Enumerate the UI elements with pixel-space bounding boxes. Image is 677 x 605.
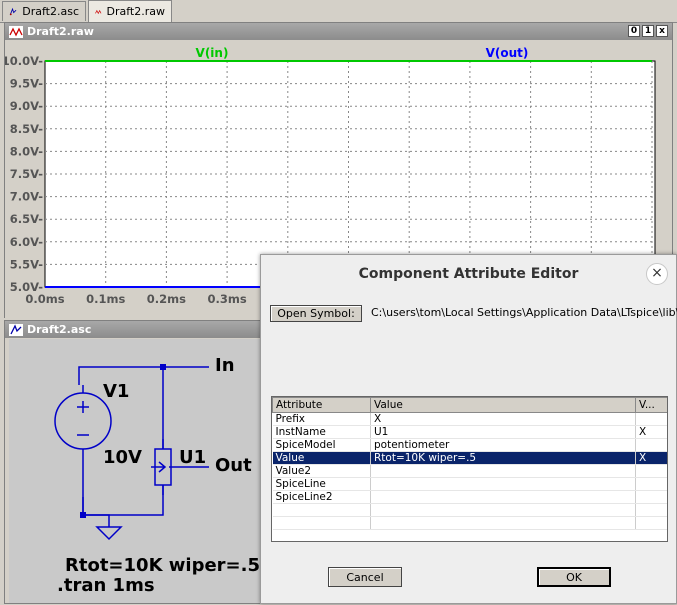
tab-draft2-raw[interactable]: Draft2.raw [88, 0, 172, 22]
table-row[interactable]: SpiceLine [272, 477, 667, 491]
attribute-table: Attribute Value V... Prefix X InstName U… [271, 396, 668, 542]
schematic-icon [9, 7, 17, 15]
potentiometer-u1[interactable] [151, 439, 172, 495]
attribute-value[interactable] [370, 477, 636, 491]
component-attribute-editor-dialog: Component Attribute Editor × Open Symbol… [260, 254, 677, 604]
schematic-icon [9, 323, 23, 336]
document-tab-bar: Draft2.asc Draft2.raw [0, 0, 677, 23]
wire-gnd-sym [83, 514, 110, 527]
maximize-button[interactable]: 1 [642, 25, 654, 37]
v1-value-label[interactable]: 10V [103, 447, 142, 468]
attribute-visible[interactable] [635, 438, 667, 452]
attribute-visible[interactable]: X [635, 425, 667, 439]
wire-in [78, 366, 164, 449]
y-tick-label: 9.0V- [10, 99, 43, 113]
y-tick-label: 10.0V- [5, 54, 43, 68]
attribute-name: Value2 [272, 464, 371, 478]
waveform-icon [95, 9, 102, 14]
y-tick-label: 6.0V- [10, 235, 43, 249]
attribute-value[interactable]: potentiometer [370, 438, 636, 452]
column-header-attribute[interactable]: Attribute [272, 397, 371, 413]
table-header-row: Attribute Value V... [272, 397, 667, 413]
attribute-visible[interactable] [635, 477, 667, 491]
tab-label: Draft2.asc [22, 5, 79, 18]
attribute-value[interactable] [370, 490, 636, 504]
waveform-window-titlebar: Draft2.raw 0 1 x [5, 23, 672, 40]
y-tick-label: 5.5V- [10, 257, 43, 271]
y-tick-label: 7.0V- [10, 190, 43, 204]
table-row[interactable]: Prefix X [272, 412, 667, 426]
series-legend-label: V(out) [486, 46, 529, 60]
attribute-value[interactable]: Rtot=10K wiper=.5 [370, 451, 636, 465]
attribute-value[interactable] [370, 464, 636, 478]
tab-label: Draft2.raw [106, 5, 165, 18]
window-title: Draft2.raw [27, 25, 94, 38]
cancel-button[interactable]: Cancel [328, 567, 402, 587]
table-row[interactable]: InstName U1 X [272, 425, 667, 439]
table-row-empty [272, 516, 667, 530]
x-tick-label: 0.1ms [86, 292, 125, 306]
attribute-name: SpiceModel [272, 438, 371, 452]
y-tick-label: 8.0V- [10, 144, 43, 158]
y-tick-label: 7.5V- [10, 167, 43, 181]
column-header-visible[interactable]: V... [635, 397, 667, 413]
u1-value-text[interactable]: Rtot=10K wiper=.5 [65, 555, 260, 576]
junction-dot [80, 512, 86, 518]
ground-icon [95, 526, 123, 541]
table-row[interactable]: SpiceModel potentiometer [272, 438, 667, 452]
attribute-visible[interactable] [635, 464, 667, 478]
series-legend-label: V(in) [196, 46, 229, 60]
x-tick-label: 0.2ms [147, 292, 186, 306]
attribute-name: InstName [272, 425, 371, 439]
x-tick-label: 0.0ms [25, 292, 64, 306]
attribute-name: Value [272, 451, 371, 465]
table-row[interactable]: Value2 [272, 464, 667, 478]
attribute-name: SpiceLine [272, 477, 371, 491]
y-tick-label: 6.5V- [10, 212, 43, 226]
attribute-value[interactable]: X [370, 412, 636, 426]
x-tick-label: 0.3ms [207, 292, 246, 306]
window-title: Draft2.asc [27, 323, 92, 336]
u1-name-label[interactable]: U1 [179, 447, 206, 468]
net-label-out[interactable]: Out [215, 455, 252, 476]
waveform-icon [9, 25, 23, 38]
close-button[interactable]: x [656, 25, 668, 37]
attribute-name: Prefix [272, 412, 371, 426]
y-tick-label: 8.5V- [10, 122, 43, 136]
junction-dot [160, 364, 166, 370]
attribute-name: SpiceLine2 [272, 490, 371, 504]
table-row[interactable]: SpiceLine2 [272, 490, 667, 504]
table-row-selected[interactable]: Value Rtot=10K wiper=.5 X [272, 451, 667, 465]
close-icon[interactable]: × [646, 263, 668, 285]
tab-draft2-asc[interactable]: Draft2.asc [2, 1, 86, 21]
y-tick-label: 9.5V- [10, 77, 43, 91]
ok-button[interactable]: OK [537, 567, 611, 587]
attribute-value[interactable]: U1 [370, 425, 636, 439]
attribute-visible[interactable] [635, 412, 667, 426]
attribute-visible[interactable] [635, 490, 667, 504]
attribute-visible[interactable]: X [635, 451, 667, 465]
column-header-value[interactable]: Value [370, 397, 636, 413]
table-row-empty [272, 503, 667, 517]
symbol-path: C:\users\tom\Local Settings\Application … [371, 306, 677, 319]
open-symbol-button[interactable]: Open Symbol: [270, 305, 362, 322]
restore-button[interactable]: 0 [628, 25, 640, 37]
dialog-title: Component Attribute Editor [358, 266, 579, 282]
net-label-in[interactable]: In [215, 355, 235, 376]
v1-name-label[interactable]: V1 [103, 381, 129, 402]
spice-directive[interactable]: .tran 1ms [57, 575, 155, 596]
